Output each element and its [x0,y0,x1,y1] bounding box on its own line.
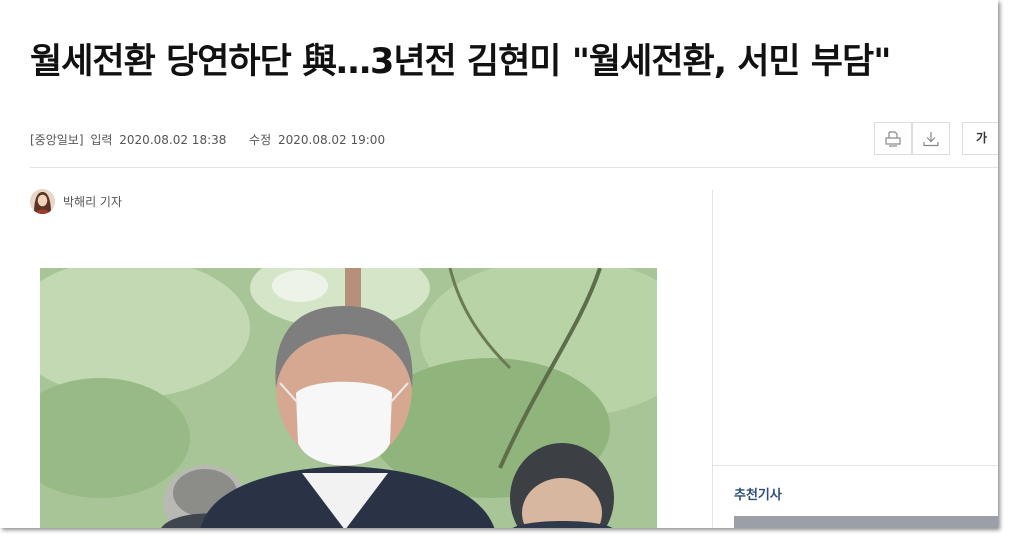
font-size-button[interactable]: 가 [962,122,998,155]
print-icon [885,130,901,147]
sidebar-divider [712,190,713,528]
article-photo [40,268,657,528]
edit-label: 수정 [249,133,272,147]
recommended-articles-title[interactable]: 추천기사 [734,484,782,503]
byline[interactable]: 박해리 기자 [30,189,122,214]
header-divider [30,167,998,168]
print-button[interactable] [874,122,912,155]
article-meta: [중앙일보] 입력 2020.08.02 18:38 수정 2020.08.02… [30,131,388,148]
download-button[interactable] [912,122,950,155]
article-headline: 월세전환 당연하단 與…3년전 김현미 "월세전환, 서민 부담" [30,42,891,82]
article-page: 월세전환 당연하단 與…3년전 김현미 "월세전환, 서민 부담" [중앙일보]… [0,0,998,528]
edit-time: 2020.08.02 19:00 [277,133,386,147]
sidebar-section-line [713,465,998,466]
recommended-article-thumbnail[interactable] [734,516,998,528]
input-time: 2020.08.02 18:38 [119,133,227,147]
reporter-avatar [30,189,55,214]
article-source: [중앙일보] [30,133,84,147]
input-label: 입력 [90,133,113,147]
download-icon [923,131,939,146]
reporter-name: 박해리 기자 [63,195,123,209]
